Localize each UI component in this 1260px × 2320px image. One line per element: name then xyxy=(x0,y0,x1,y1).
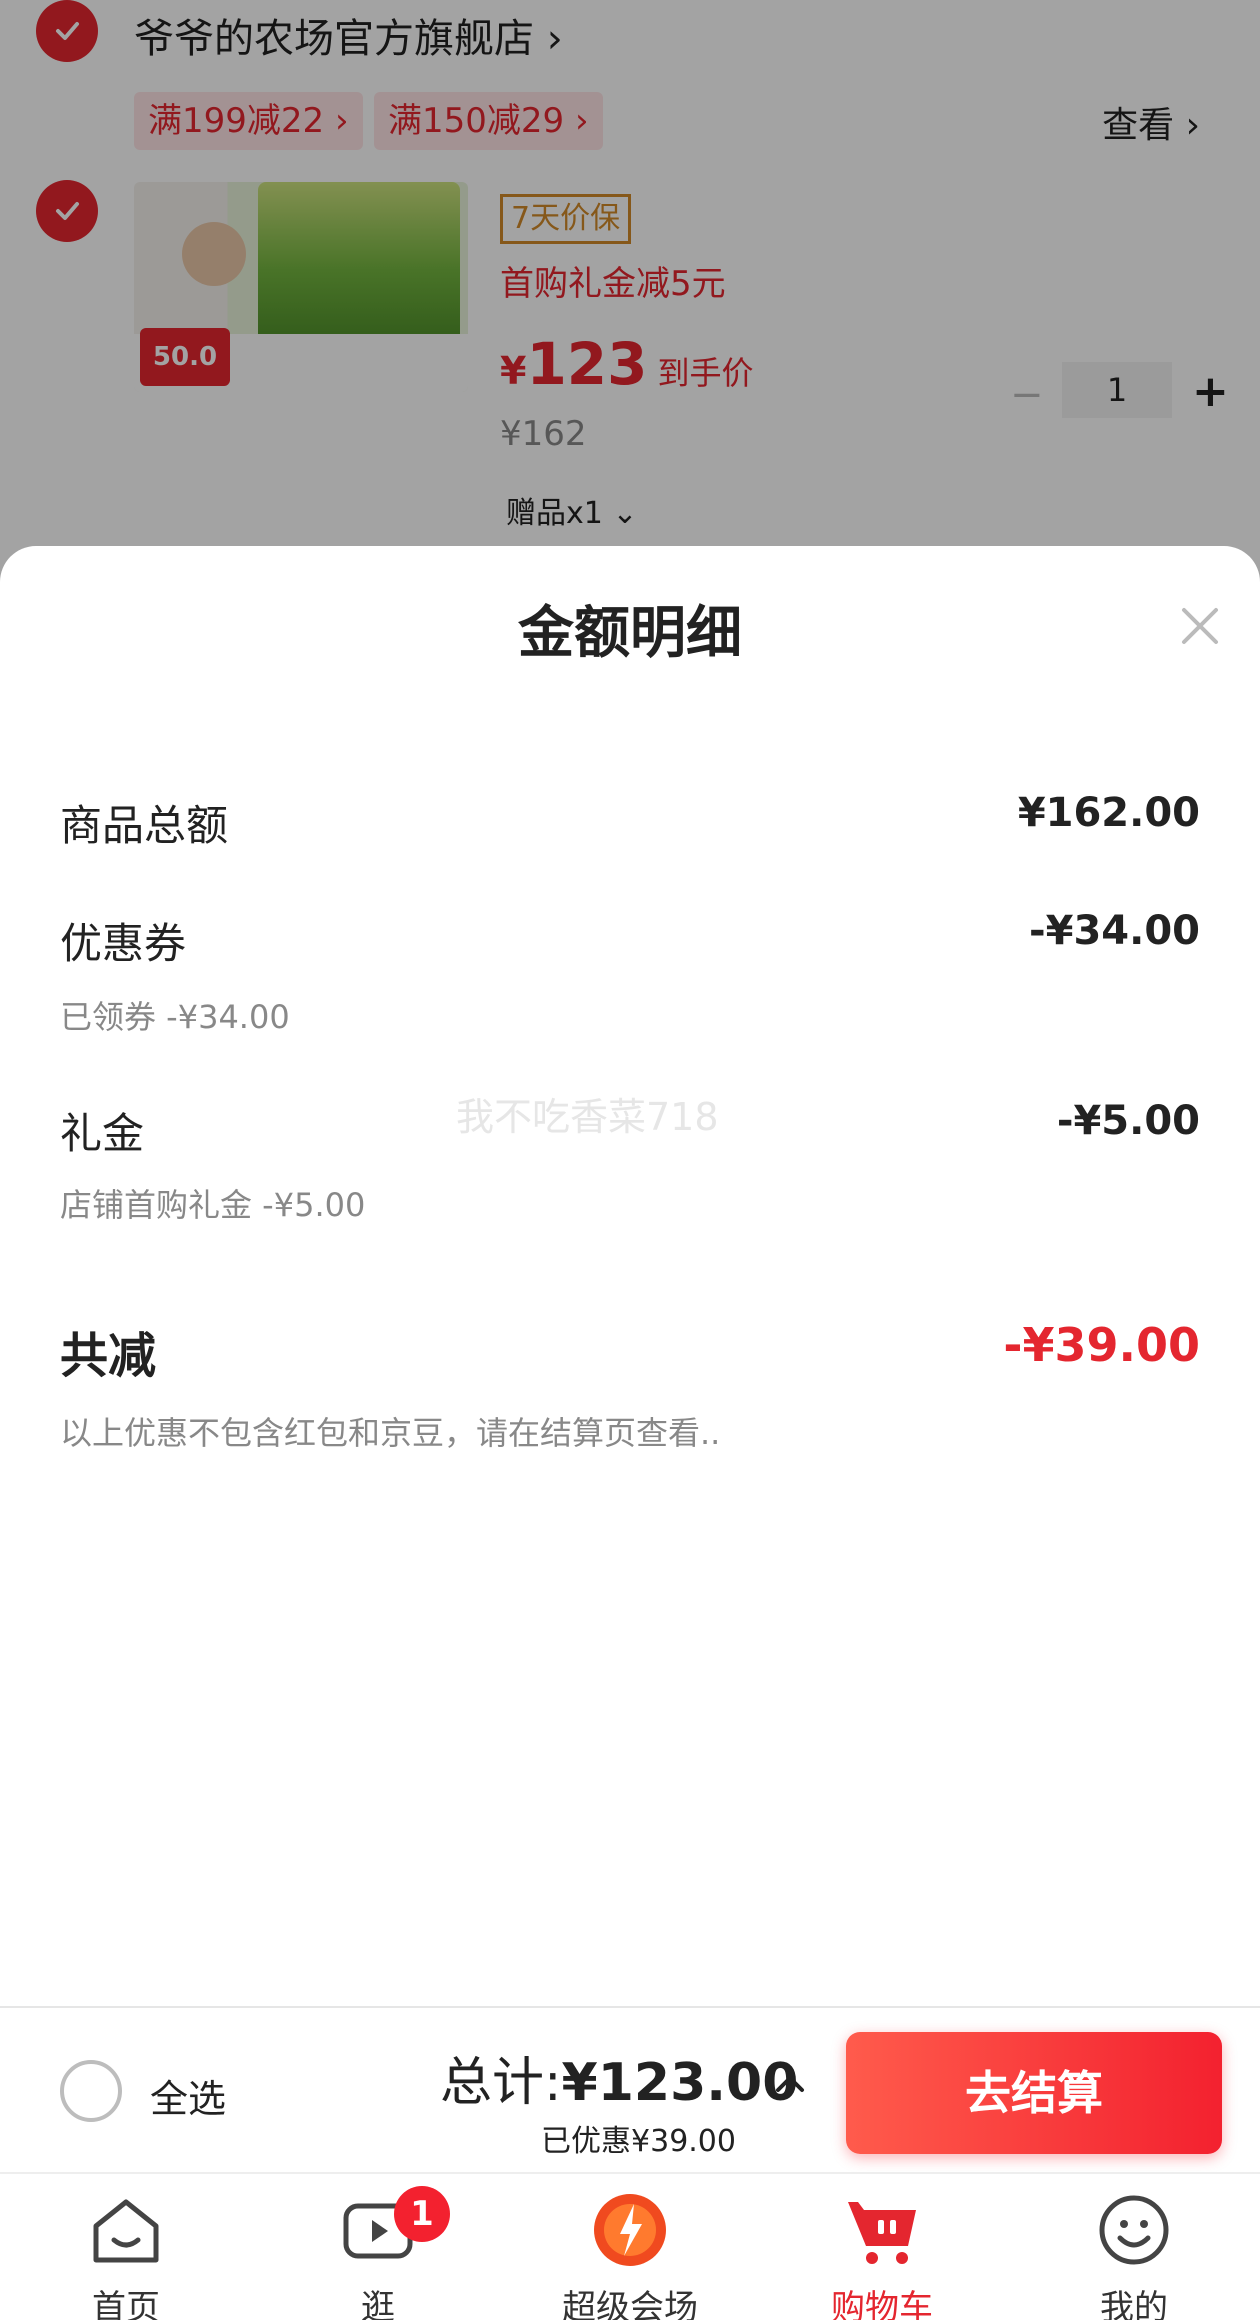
tab-label: 首页 xyxy=(92,2288,160,2320)
total-amount: 总计:¥123.00 xyxy=(440,2040,798,2115)
checkout-bar: 全选 总计:¥123.00 已优惠¥39.00 去结算 xyxy=(0,2006,1260,2172)
amount-detail-sheet: 金额明细 我不吃香菜718 商品总额 ¥162.00 优惠券 -¥34.00 已… xyxy=(0,546,1260,2006)
gift-money-label: 礼金 xyxy=(60,1109,145,1158)
home-icon xyxy=(86,2190,166,2270)
close-icon[interactable] xyxy=(1172,598,1228,654)
saved-amount: 已优惠¥39.00 xyxy=(541,2124,736,2159)
tab-super-venue[interactable]: 超级会场 xyxy=(504,2174,756,2320)
cart-icon xyxy=(842,2190,922,2270)
chevron-up-icon[interactable] xyxy=(770,2064,810,2104)
notification-badge: 1 xyxy=(394,2186,450,2242)
tab-label: 逛 xyxy=(361,2288,395,2320)
tab-label: 购物车 xyxy=(831,2288,933,2320)
gift-money-value: -¥5.00 xyxy=(1056,1098,1200,1144)
profile-icon xyxy=(1094,2190,1174,2270)
coupon-detail: 已领券 -¥34.00 xyxy=(60,998,290,1036)
gift-money-detail: 店铺首购礼金 -¥5.00 xyxy=(60,1186,366,1224)
discount-note: 以上优惠不包含红包和京豆，请在结算页查看.. xyxy=(60,1414,721,1452)
coupon-label: 优惠券 xyxy=(60,919,187,968)
tab-browse[interactable]: 1 逛 xyxy=(252,2174,504,2320)
tab-cart[interactable]: 购物车 xyxy=(756,2174,1008,2320)
total-discount-value: -¥39.00 xyxy=(1003,1318,1200,1372)
checkout-button[interactable]: 去结算 xyxy=(846,2032,1222,2154)
tab-label: 超级会场 xyxy=(562,2288,698,2320)
total-amount-value: ¥123.00 xyxy=(561,2053,799,2113)
bottom-tab-bar: 首页 1 逛 超级会场 购物车 我的 xyxy=(0,2172,1260,2320)
goods-total-label: 商品总额 xyxy=(60,801,229,850)
total-prefix: 总计: xyxy=(440,2053,562,2113)
super-venue-icon xyxy=(590,2190,670,2270)
sheet-title: 金额明细 xyxy=(518,601,742,666)
select-all-radio[interactable] xyxy=(60,2060,122,2122)
watermark: 我不吃香菜718 xyxy=(456,1095,719,1139)
tab-home[interactable]: 首页 xyxy=(0,2174,252,2320)
total-discount-label: 共减 xyxy=(60,1328,157,1384)
tab-profile[interactable]: 我的 xyxy=(1008,2174,1260,2320)
tab-label: 我的 xyxy=(1100,2288,1168,2320)
select-all-label[interactable]: 全选 xyxy=(150,2068,226,2123)
coupon-value: -¥34.00 xyxy=(1029,908,1200,954)
goods-total-value: ¥162.00 xyxy=(1017,790,1200,836)
cart-page: 爷爷的农场官方旗舰店 › 满199减22 › 满150减29 › 查看 › 50… xyxy=(0,0,1260,2320)
